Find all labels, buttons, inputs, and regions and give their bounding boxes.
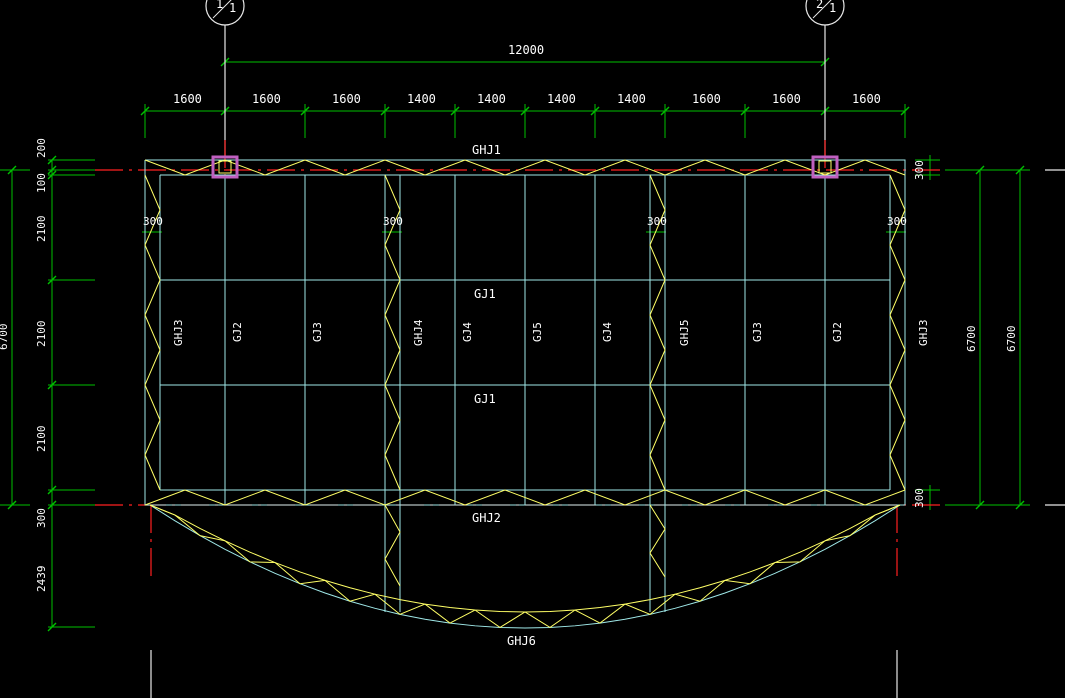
label-gj1-lower[interactable]: GJ1 [474,392,496,406]
top-dim-2: 1600 [252,92,281,106]
axis-bubble-1[interactable]: 1 1 [205,0,245,26]
left-dim-2100-b: 2100 [35,321,48,348]
label-vertical-10[interactable]: GJ2 [831,322,844,342]
label-vertical-3[interactable]: GJ3 [311,322,324,342]
inner-dim-300-d: 300 [887,215,907,228]
left-dim-2100-c: 2100 [35,426,48,453]
label-vertical-4[interactable]: GHJ4 [412,319,425,346]
axis-1-top: 1 [216,0,223,11]
top-dim-6: 1400 [547,92,576,106]
top-dim-3: 1600 [332,92,361,106]
top-dim-9: 1600 [772,92,801,106]
inner-dim-300-c: 300 [647,215,667,228]
truss-ghj6-web [149,504,901,629]
label-ghj6[interactable]: GHJ6 [507,634,536,648]
top-dim-10: 1600 [852,92,881,106]
label-vertical-11[interactable]: GHJ3 [917,320,930,347]
label-vertical-5[interactable]: GJ4 [461,322,474,342]
truss-ghj4-ext [384,504,401,587]
left-overall-dim: 6700 [0,324,10,351]
top-dim-1: 1600 [173,92,202,106]
right-overall-dim-2: 6700 [1005,326,1018,353]
top-dim-4: 1400 [407,92,436,106]
left-dim-100: 100 [35,173,48,193]
truss-ghj6-inner [149,504,901,613]
top-dim-7: 1400 [617,92,646,106]
left-dim-2439: 2439 [35,566,48,593]
label-vertical-6[interactable]: GJ5 [531,322,544,342]
label-vertical-9[interactable]: GJ3 [751,322,764,342]
truss-ghj1-web [144,159,906,176]
left-dim-200: 200 [35,138,48,158]
top-dim-8: 1600 [692,92,721,106]
left-dim-2100-a: 2100 [35,216,48,243]
top-dim-5: 1400 [477,92,506,106]
truss-ghj6-outer [149,504,901,629]
axis-bubble-2[interactable]: 2 1 [805,0,845,26]
label-gj1-upper[interactable]: GJ1 [474,287,496,301]
label-vertical-1[interactable]: GHJ3 [172,320,185,347]
left-dim-300: 300 [35,508,48,528]
inner-dim-300-b: 300 [383,215,403,228]
axis-2-top: 2 [816,0,823,11]
inner-dim-300-a: 300 [143,215,163,228]
label-ghj1[interactable]: GHJ1 [472,143,501,157]
dimension-layer [0,57,1030,632]
truss-ghj5-ext [649,504,666,578]
axis-2-bottom: 1 [829,1,836,15]
label-vertical-8[interactable]: GHJ5 [678,320,691,347]
label-vertical-2[interactable]: GJ2 [231,322,244,342]
label-vertical-7[interactable]: GJ4 [601,322,614,342]
label-ghj2[interactable]: GHJ2 [472,511,501,525]
cad-drawing[interactable]: 1 1 2 1 12000 1600 1600 1600 1400 1400 1… [0,0,1065,698]
grid-layer [144,159,906,612]
right-overall-dim-1: 6700 [965,326,978,353]
overall-dimension: 12000 [508,43,544,57]
right-dim-300-top: 300 [913,160,926,180]
axis-1-bottom: 1 [229,1,236,15]
axis-layer [95,25,1065,698]
right-dim-300-bottom: 300 [913,488,926,508]
